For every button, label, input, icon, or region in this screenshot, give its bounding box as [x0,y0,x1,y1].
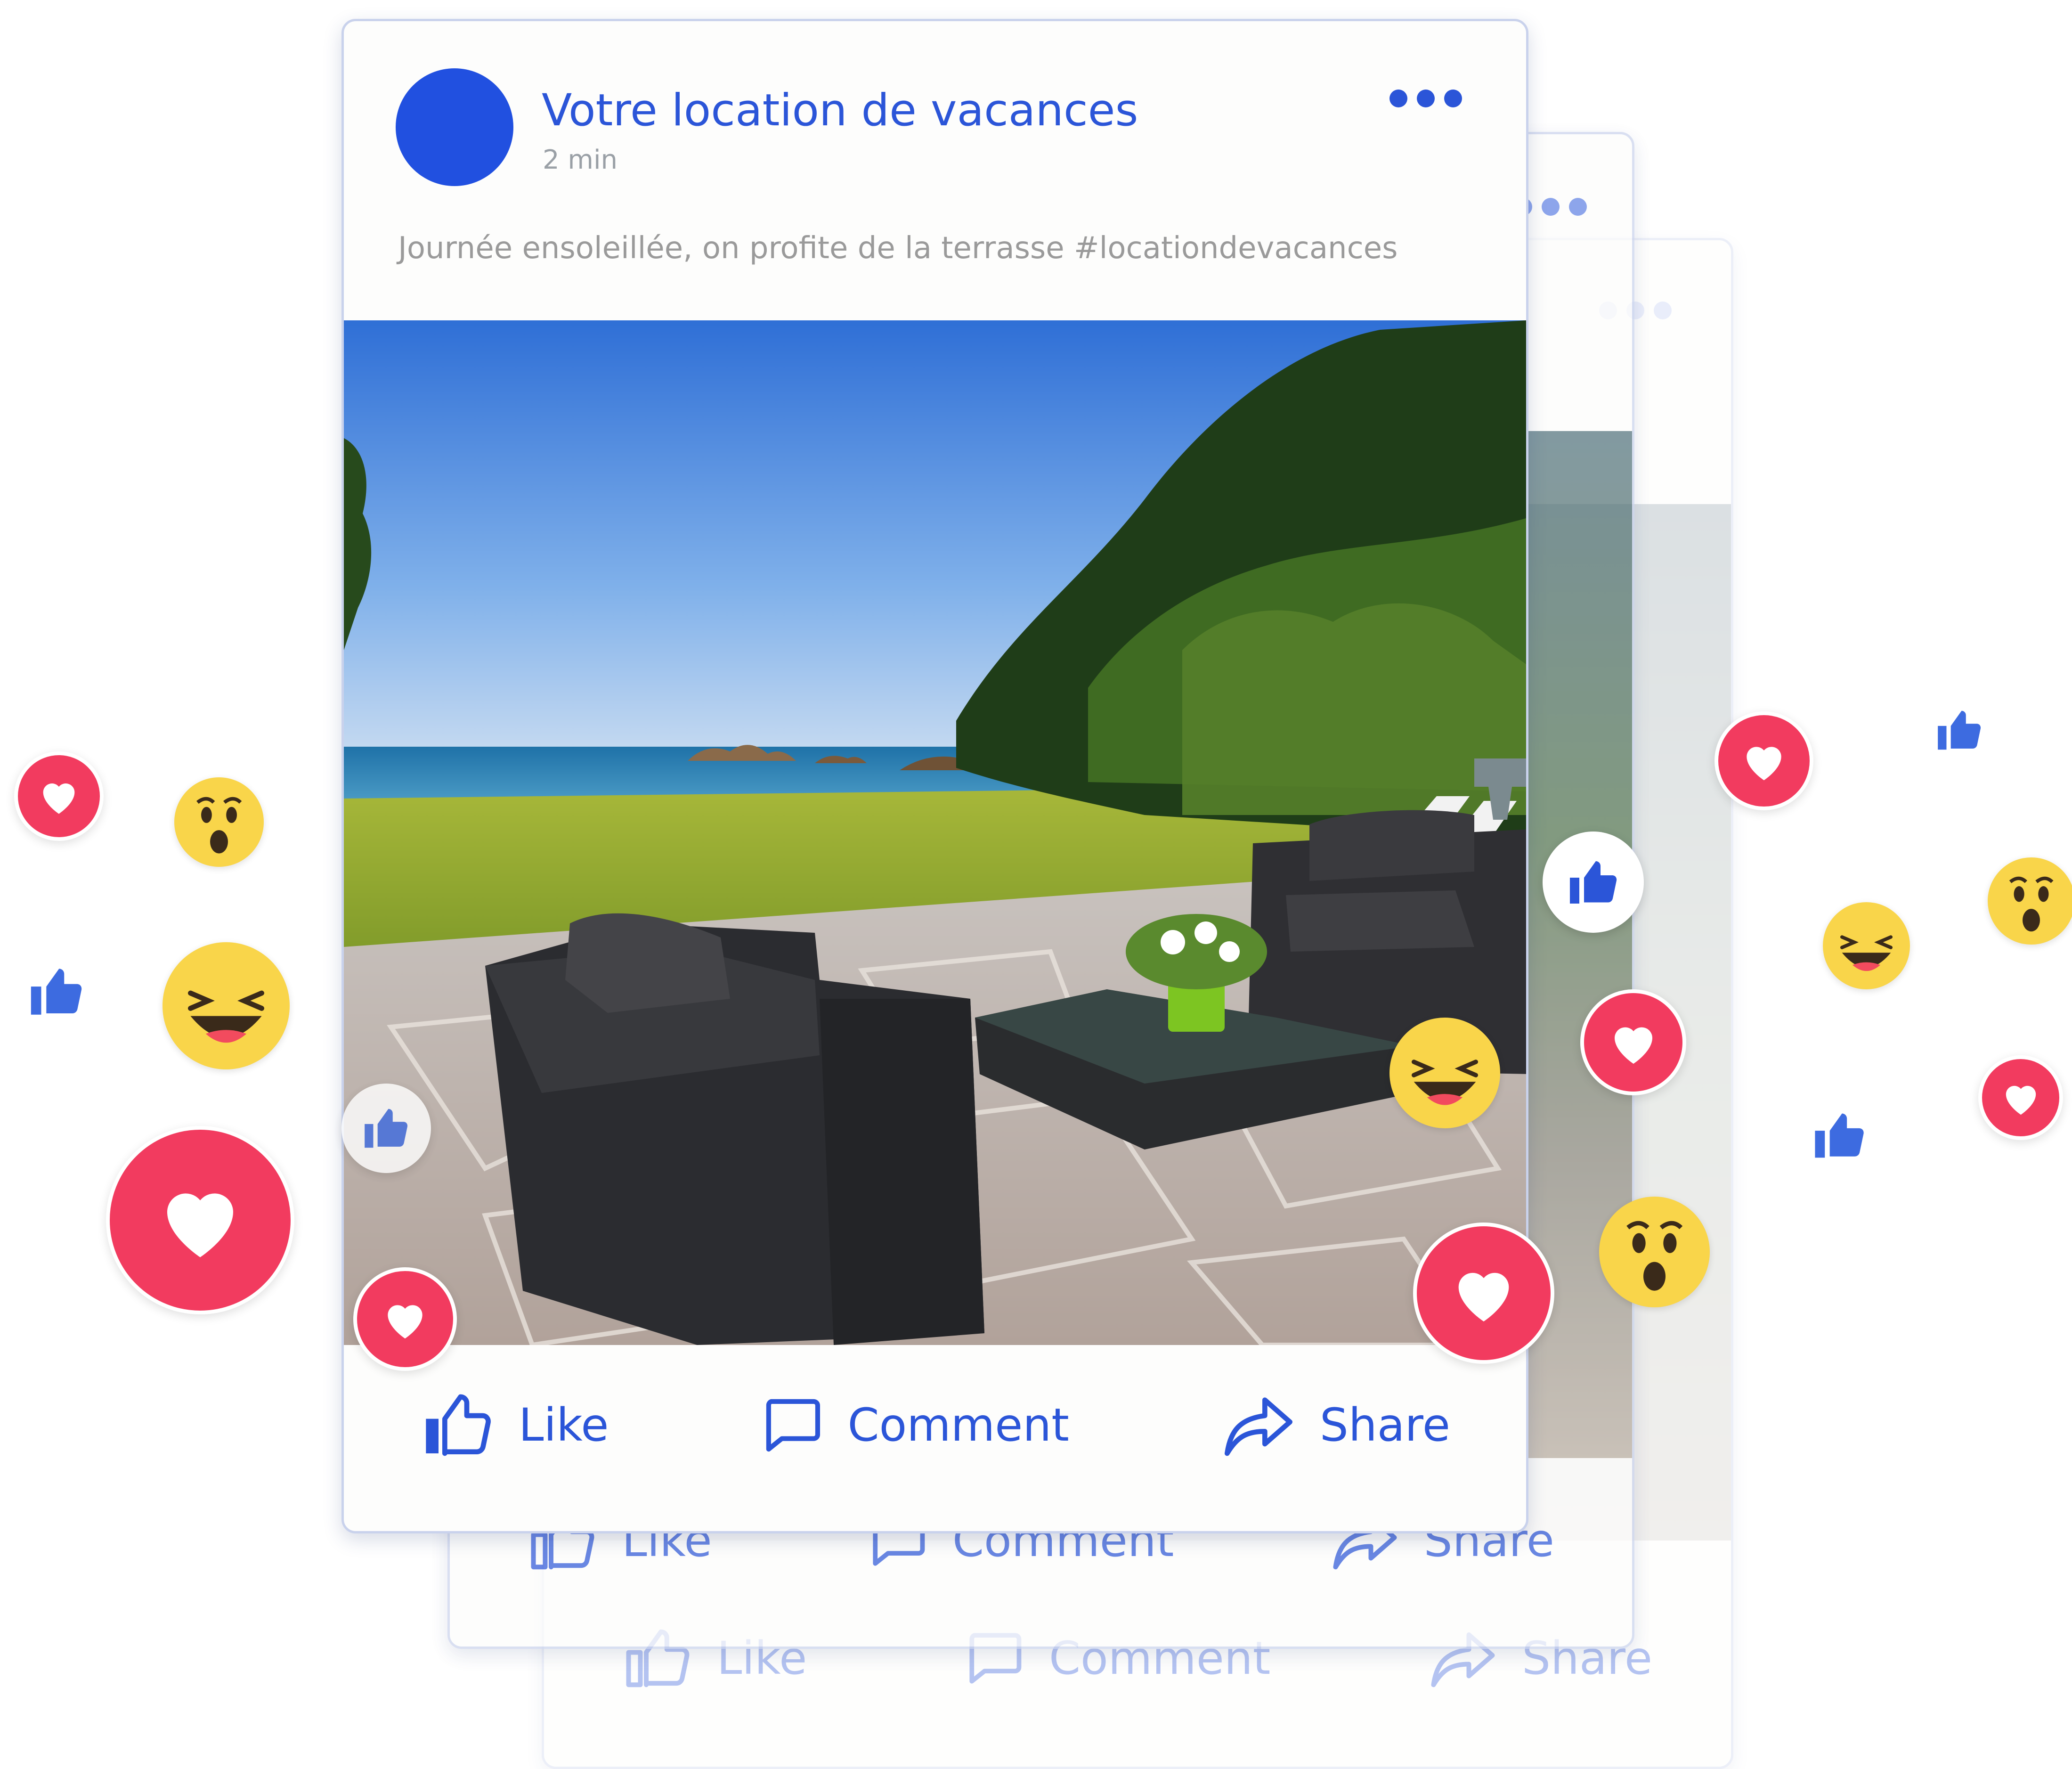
laugh-emoji [1823,902,1910,989]
comment-button[interactable]: Comment [761,1394,1069,1457]
heart-reaction [1413,1223,1554,1364]
thumbs-up-reaction [341,1084,431,1173]
post-caption: Journée ensoleillée, on profite de la te… [398,231,1398,266]
wow-emoji [174,777,264,867]
avatar[interactable] [396,68,513,186]
thumbs-up-icon [1569,861,1617,904]
laugh-emoji [163,942,290,1069]
thumbs-up-icon [1814,1113,1864,1158]
thumbs-up-reaction [1931,702,1988,758]
heart-reaction [1714,711,1813,810]
heart-icon [43,783,75,814]
like-button[interactable]: Like [420,1387,609,1463]
wow-emoji [1599,1197,1710,1307]
heart-reaction [106,1126,294,1314]
heart-reaction [14,751,104,841]
thumbs-up-icon [365,1109,408,1148]
heart-icon [167,1193,233,1257]
comment-label: Comment [847,1399,1069,1451]
thumbs-up-reaction [1543,832,1644,933]
heart-reaction [353,1267,457,1371]
thumbs-up-reaction [21,956,92,1027]
thumbs-up-icon [31,969,82,1015]
like-label: Like [519,1399,609,1451]
wow-face-icon [2009,876,2054,932]
share-button[interactable]: Share [1221,1387,1450,1463]
wow-emoji [1988,857,2072,945]
heart-icon [2006,1085,2036,1115]
share-label: Share [1319,1399,1450,1451]
heart-reaction [1580,989,1686,1095]
laugh-face-icon [1840,935,1893,971]
post-timestamp: 2 min [543,145,618,175]
post-photo [344,320,1526,1345]
wow-face-icon [1626,1221,1683,1291]
heart-icon [1458,1272,1509,1321]
share-arrow-icon [1224,1397,1292,1456]
thumbs-up-reaction [1806,1102,1872,1168]
thumbs-up-icon [1938,710,1981,750]
wow-face-icon [196,797,242,854]
heart-reaction [1978,1055,2063,1140]
heart-icon [1614,1027,1652,1064]
laugh-emoji [1389,1018,1500,1128]
heart-icon [388,1305,423,1339]
page-title[interactable]: Votre location de vacances [542,85,1138,136]
comment-bubble-icon [766,1399,820,1451]
heart-icon [1747,747,1781,781]
more-dots-icon[interactable] [1389,90,1462,107]
thumbs-up-icon [426,1394,491,1456]
laugh-face-icon [188,990,264,1043]
post-actions: Like Comment Share [344,1364,1526,1486]
post-card: Votre location de vacances 2 min Journée… [341,19,1528,1533]
laugh-face-icon [1412,1060,1478,1105]
